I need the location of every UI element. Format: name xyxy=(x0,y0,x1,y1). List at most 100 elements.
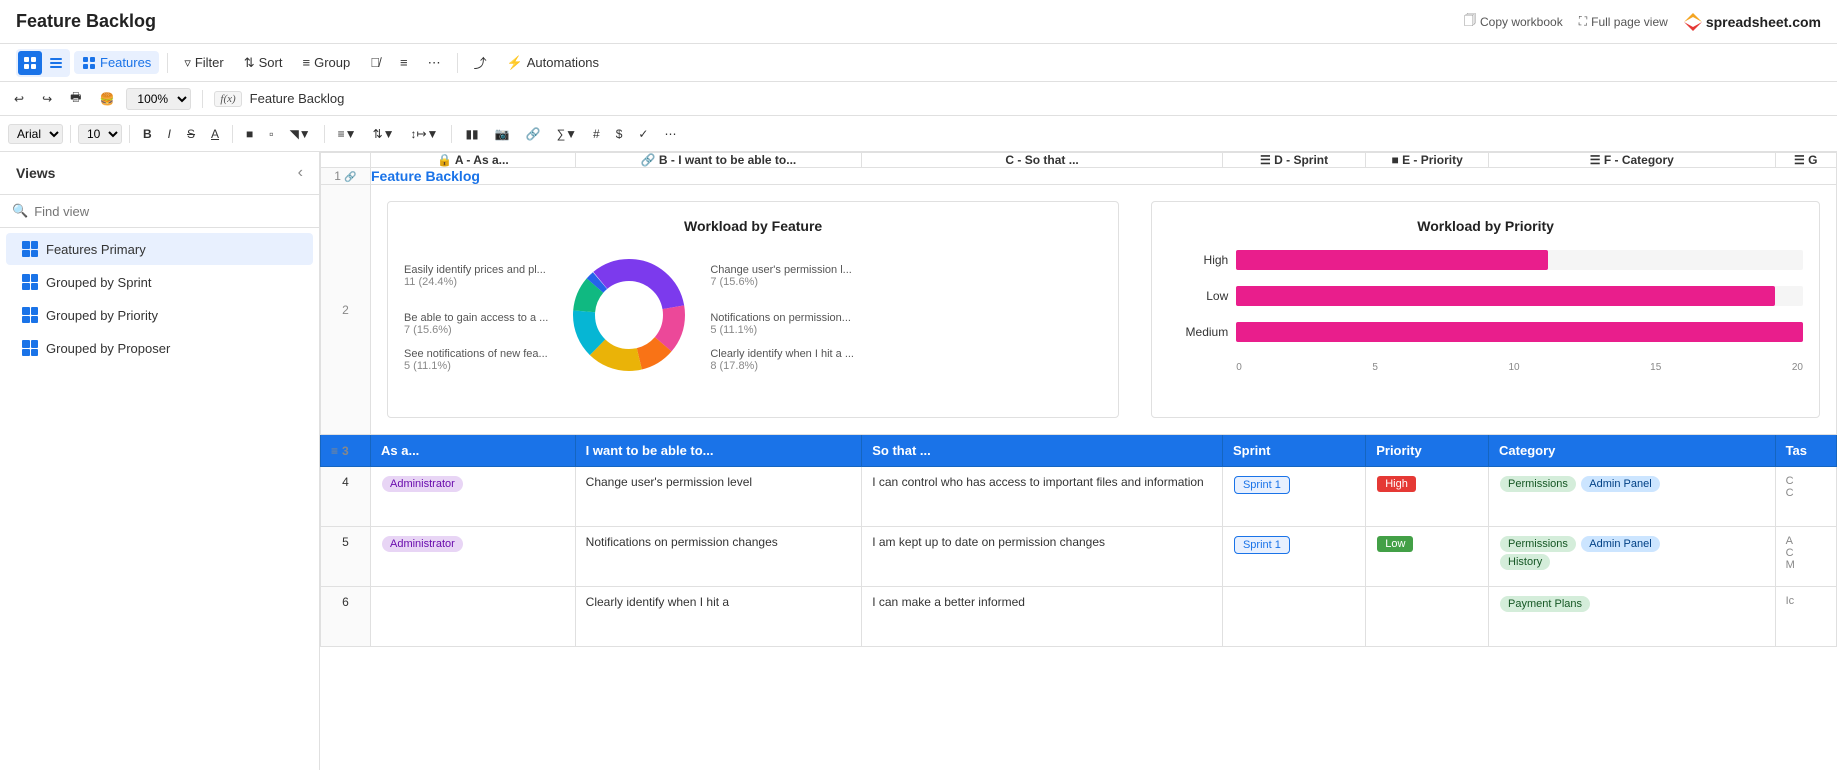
undo-redo-area: ↩ ↪ 🖶 🍔 100% xyxy=(8,86,191,111)
rows-btn[interactable]: ≡ xyxy=(392,51,416,74)
header-col-b: I want to be able to... xyxy=(575,435,862,467)
row6-cat-tag-1: Payment Plans xyxy=(1500,596,1590,612)
donut-svg xyxy=(564,250,694,380)
row-1-num: 1 🔗 xyxy=(321,168,371,185)
row4-col-f[interactable]: Permissions Admin Panel xyxy=(1489,467,1776,527)
row4-cat-tag-1: Permissions xyxy=(1500,476,1576,492)
col-a-header[interactable]: 🔒 A - As a... xyxy=(371,153,576,168)
paint-btn[interactable]: 🍔 xyxy=(93,90,120,108)
row5-col-c[interactable]: I am kept up to date on permission chang… xyxy=(862,527,1223,587)
col-b-header[interactable]: 🔗 B - I want to be able to... xyxy=(575,153,862,168)
font-family-selector[interactable]: Arial xyxy=(8,124,63,144)
row4-col-b[interactable]: Change user's permission level xyxy=(575,467,862,527)
sidebar: Views ‹ 🔍 Features Primary Grouped by Sp… xyxy=(0,152,320,770)
row4-col-d[interactable]: Sprint 1 xyxy=(1222,467,1365,527)
borders-btn[interactable]: ▫ xyxy=(263,125,279,143)
full-page-view-btn[interactable]: ⛶ Full page view xyxy=(1579,14,1668,29)
bar-high-label: High xyxy=(1168,253,1228,267)
hide-fields-btn[interactable]: 👁̸ xyxy=(362,51,388,74)
sidebar-search[interactable]: 🔍 xyxy=(0,195,319,228)
sidebar-item-features-primary[interactable]: Features Primary xyxy=(6,233,313,265)
underline-btn[interactable]: A xyxy=(205,125,225,143)
col-d-header[interactable]: ☰ D - Sprint xyxy=(1222,153,1365,168)
features-btn[interactable]: Features xyxy=(74,51,159,74)
row4-cat-tag-2: Admin Panel xyxy=(1581,476,1659,492)
col-e-header[interactable]: ■ E - Priority xyxy=(1366,153,1489,168)
print-btn[interactable]: 🖶 xyxy=(64,86,87,111)
rows-icon: ≡ xyxy=(400,55,408,70)
bold-btn[interactable]: B xyxy=(137,125,158,143)
collapse-sidebar-btn[interactable]: ‹ xyxy=(298,164,303,182)
lightning-icon: ⚡ xyxy=(507,55,523,71)
row6-col-f[interactable]: Payment Plans xyxy=(1489,587,1776,647)
col-f-header[interactable]: ☰ F - Category xyxy=(1489,153,1776,168)
filter-btn[interactable]: ▿ Filter xyxy=(176,51,231,75)
bar-medium-bg xyxy=(1236,322,1803,342)
link-btn[interactable]: 🔗 xyxy=(520,125,547,143)
row6-col-d[interactable] xyxy=(1222,587,1365,647)
col-g-icon: ☰ xyxy=(1794,153,1805,167)
redo-btn[interactable]: ↪ xyxy=(36,90,58,108)
content-area[interactable]: 🔒 A - As a... 🔗 B - I want to be able to… xyxy=(320,152,1837,770)
row-4-num: 4 xyxy=(321,467,371,527)
row6-col-a[interactable] xyxy=(371,587,576,647)
merge-btn[interactable]: ◥▼ xyxy=(284,125,317,143)
formula-input[interactable] xyxy=(250,91,1829,106)
cell-color-btn[interactable]: ■ xyxy=(240,125,259,143)
more-btn[interactable]: ⋯ xyxy=(420,51,449,75)
strikethrough-btn[interactable]: S xyxy=(181,125,201,143)
row5-col-f[interactable]: Permissions Admin Panel History xyxy=(1489,527,1776,587)
row4-col-e[interactable]: High xyxy=(1366,467,1489,527)
axis-0: 0 xyxy=(1236,362,1242,373)
copy-workbook-btn[interactable]: 🗍 Copy workbook xyxy=(1464,11,1563,32)
row4-col-c[interactable]: I can control who has access to importan… xyxy=(862,467,1223,527)
list-view-icon[interactable] xyxy=(44,51,68,75)
row5-col-d[interactable]: Sprint 1 xyxy=(1222,527,1365,587)
row4-col-a[interactable]: Administrator xyxy=(371,467,576,527)
italic-btn[interactable]: I xyxy=(162,125,177,143)
row6-col-b[interactable]: Clearly identify when I hit a xyxy=(575,587,862,647)
row5-col-b[interactable]: Notifications on permission changes xyxy=(575,527,862,587)
sidebar-item-grouped-proposer[interactable]: Grouped by Proposer xyxy=(6,332,313,364)
sep1 xyxy=(167,53,168,73)
zoom-selector[interactable]: 100% xyxy=(126,88,191,110)
more-fmt-btn[interactable]: ⋯ xyxy=(658,125,682,143)
row6-col-e[interactable] xyxy=(1366,587,1489,647)
wrap-btn[interactable]: ↕↦▼ xyxy=(405,125,445,143)
header-col-g: Tas xyxy=(1775,435,1836,467)
sep2 xyxy=(457,53,458,73)
row4-priority-tag: High xyxy=(1377,476,1416,492)
import-btn[interactable]: ⤴ xyxy=(466,49,495,76)
title-cell[interactable]: Feature Backlog xyxy=(371,168,1837,185)
row-5-num: 5 xyxy=(321,527,371,587)
undo-btn[interactable]: ↩ xyxy=(8,90,30,108)
sigma-btn[interactable]: ∑▼ xyxy=(551,125,583,143)
check-btn[interactable]: ✓ xyxy=(632,125,654,143)
sort-icon: ⇅ xyxy=(244,55,255,71)
bar-high: High xyxy=(1168,250,1803,270)
automations-btn[interactable]: ⚡ Automations xyxy=(499,51,607,75)
align-btn[interactable]: ≡▼ xyxy=(332,125,363,143)
format-toolbar: Arial 10 B I S A ■ ▫ ◥▼ ≡▼ ⇅▼ ↕↦▼ ▮▮ 📷 🔗… xyxy=(0,116,1837,152)
col-c-header[interactable]: C - So that ... xyxy=(862,153,1223,168)
dollar-btn[interactable]: $ xyxy=(610,125,629,143)
group-btn[interactable]: ≡ Group xyxy=(294,51,358,74)
font-size-selector[interactable]: 10 xyxy=(78,124,122,144)
row5-cat-tag-1: Permissions xyxy=(1500,536,1576,552)
grid-view-icon[interactable] xyxy=(18,51,42,75)
bar-chart-btn[interactable]: ▮▮ xyxy=(459,125,484,143)
valign-btn[interactable]: ⇅▼ xyxy=(367,125,401,143)
search-input[interactable] xyxy=(34,204,307,219)
row6-col-c[interactable]: I can make a better informed xyxy=(862,587,1223,647)
col-g-header[interactable]: ☰ G xyxy=(1775,153,1836,168)
image-btn[interactable]: 📷 xyxy=(489,125,516,143)
row5-col-e[interactable]: Low xyxy=(1366,527,1489,587)
bar-medium: Medium xyxy=(1168,322,1803,342)
group-icon: ≡ xyxy=(302,55,310,70)
row5-col-a[interactable]: Administrator xyxy=(371,527,576,587)
sidebar-item-grouped-priority[interactable]: Grouped by Priority xyxy=(6,299,313,331)
sidebar-item-grouped-sprint[interactable]: Grouped by Sprint xyxy=(6,266,313,298)
sort-btn[interactable]: ⇅ Sort xyxy=(236,51,291,75)
hash-btn[interactable]: # xyxy=(587,125,606,143)
axis-20: 20 xyxy=(1792,362,1803,373)
